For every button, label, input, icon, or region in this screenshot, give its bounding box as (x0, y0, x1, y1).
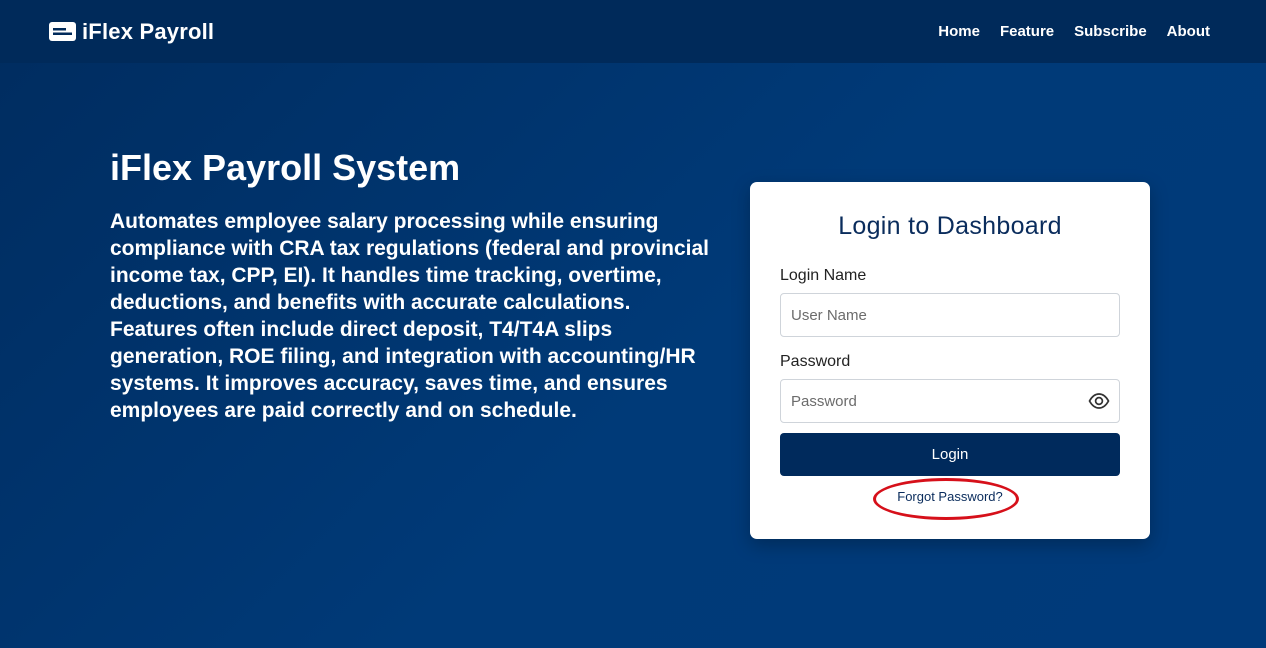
nav-subscribe-link[interactable]: Subscribe (1074, 23, 1147, 40)
hero-description: Automates employee salary processing whi… (110, 210, 710, 422)
password-label: Password (780, 353, 851, 370)
nav-links: Home Feature Subscribe About (938, 23, 1210, 40)
hero-title: iFlex Payroll System (110, 147, 461, 188)
nav-home-link[interactable]: Home (938, 23, 980, 40)
forgot-password-link[interactable]: Forgot Password? (897, 489, 1003, 504)
username-field-wrap (780, 293, 1120, 337)
nav-about-link[interactable]: About (1167, 23, 1210, 40)
login-title: Login to Dashboard (838, 212, 1062, 240)
eye-icon[interactable] (1088, 391, 1110, 411)
username-input[interactable] (780, 293, 1120, 337)
top-navbar: iFlex Payroll Home Feature Subscribe Abo… (0, 0, 1266, 63)
brand-name: iFlex Payroll (82, 18, 215, 44)
username-label: Login Name (780, 267, 867, 284)
id-card-icon (49, 22, 76, 41)
brand[interactable]: iFlex Payroll (49, 19, 214, 45)
login-button[interactable]: Login (780, 433, 1120, 476)
password-field-wrap (780, 379, 1120, 423)
forgot-password-wrap: Forgot Password? (780, 478, 1120, 520)
nav-feature-link[interactable]: Feature (1000, 23, 1054, 40)
password-input[interactable] (780, 379, 1120, 423)
login-card: Login to Dashboard Login Name Password L… (750, 182, 1150, 539)
